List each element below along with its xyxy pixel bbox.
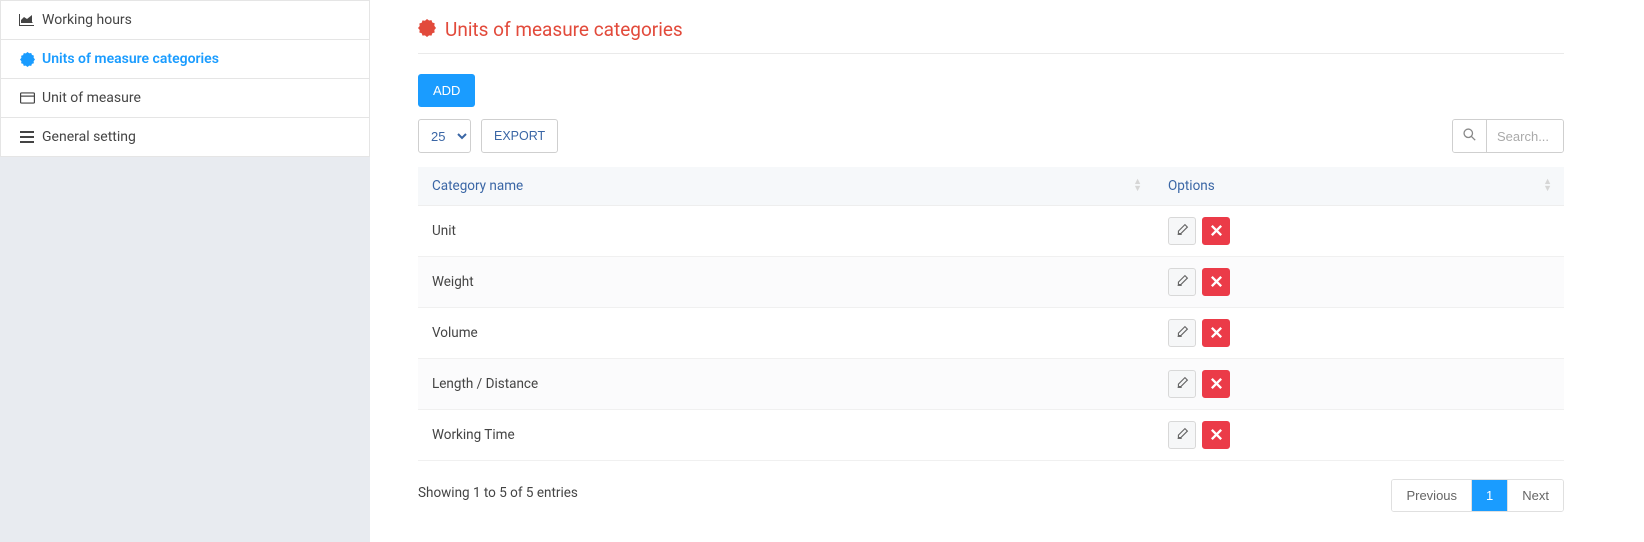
toolbar: 25 EXPORT: [418, 119, 1564, 153]
edit-button[interactable]: [1168, 370, 1196, 398]
next-page-button[interactable]: Next: [1508, 480, 1563, 511]
search-input[interactable]: [1487, 120, 1563, 152]
cell-options: [1154, 206, 1564, 257]
close-icon: [1211, 224, 1222, 239]
search-icon: [1463, 128, 1476, 144]
sidebar-item-working-hours[interactable]: Working hours: [1, 1, 369, 40]
cell-category-name: Unit: [418, 206, 1154, 257]
sort-icon: ▲▼: [1133, 179, 1142, 193]
row-actions: [1168, 421, 1550, 449]
delete-button[interactable]: [1202, 421, 1230, 449]
cell-category-name: Weight: [418, 257, 1154, 308]
bars-icon: [19, 130, 35, 144]
edit-icon: [1176, 223, 1189, 239]
entries-info: Showing 1 to 5 of 5 entries: [418, 485, 578, 501]
edit-button[interactable]: [1168, 268, 1196, 296]
divider: [418, 53, 1564, 54]
edit-icon: [1176, 274, 1189, 290]
cell-category-name: Working Time: [418, 410, 1154, 461]
row-actions: [1168, 268, 1550, 296]
delete-button[interactable]: [1202, 370, 1230, 398]
page-title: Units of measure categories: [445, 18, 683, 41]
delete-button[interactable]: [1202, 217, 1230, 245]
table-row: Working Time: [418, 410, 1564, 461]
table-row: Volume: [418, 308, 1564, 359]
cell-options: [1154, 359, 1564, 410]
table-body: UnitWeightVolumeLength / DistanceWorking…: [418, 206, 1564, 461]
edit-button[interactable]: [1168, 421, 1196, 449]
col-header-label: Category name: [432, 178, 523, 194]
card-icon: [19, 91, 35, 105]
toolbar-left: 25 EXPORT: [418, 119, 558, 153]
row-actions: [1168, 319, 1550, 347]
sidebar-item-label: General setting: [42, 129, 136, 145]
sidebar-list: Working hours Units of measure categorie…: [0, 0, 370, 157]
table-row: Weight: [418, 257, 1564, 308]
add-button[interactable]: ADD: [418, 74, 475, 107]
pagination: Previous 1 Next: [1391, 479, 1564, 512]
edit-icon: [1176, 427, 1189, 443]
table-row: Unit: [418, 206, 1564, 257]
delete-button[interactable]: [1202, 268, 1230, 296]
edit-button[interactable]: [1168, 217, 1196, 245]
close-icon: [1211, 377, 1222, 392]
table-row: Length / Distance: [418, 359, 1564, 410]
sort-icon: ▲▼: [1543, 179, 1552, 193]
close-icon: [1211, 428, 1222, 443]
certificate-icon: [418, 19, 436, 41]
page-title-wrap: Units of measure categories: [418, 18, 1564, 41]
sidebar-item-uom-categories[interactable]: Units of measure categories: [1, 40, 369, 79]
row-actions: [1168, 370, 1550, 398]
export-button[interactable]: EXPORT: [481, 119, 558, 153]
area-chart-icon: [19, 13, 35, 27]
main-content: Units of measure categories ADD 25 EXPOR…: [370, 0, 1644, 542]
col-header-options[interactable]: Options ▲▼: [1154, 167, 1564, 206]
sidebar: Working hours Units of measure categorie…: [0, 0, 370, 542]
sidebar-item-general-setting[interactable]: General setting: [1, 118, 369, 156]
cell-category-name: Length / Distance: [418, 359, 1154, 410]
certificate-icon: [19, 52, 35, 66]
col-header-name[interactable]: Category name ▲▼: [418, 167, 1154, 206]
prev-page-button[interactable]: Previous: [1392, 480, 1472, 511]
sidebar-item-uom[interactable]: Unit of measure: [1, 79, 369, 118]
table-footer: Showing 1 to 5 of 5 entries Previous 1 N…: [418, 479, 1564, 512]
cell-options: [1154, 257, 1564, 308]
table-head: Category name ▲▼ Options ▲▼: [418, 167, 1564, 206]
edit-icon: [1176, 325, 1189, 341]
categories-table: Category name ▲▼ Options ▲▼ UnitWeightVo…: [418, 167, 1564, 461]
search-button[interactable]: [1453, 120, 1487, 152]
edit-icon: [1176, 376, 1189, 392]
sidebar-item-label: Unit of measure: [42, 90, 141, 106]
close-icon: [1211, 275, 1222, 290]
row-actions: [1168, 217, 1550, 245]
col-header-label: Options: [1168, 178, 1215, 194]
delete-button[interactable]: [1202, 319, 1230, 347]
sidebar-item-label: Units of measure categories: [42, 51, 219, 67]
page-number-button[interactable]: 1: [1472, 480, 1508, 511]
cell-category-name: Volume: [418, 308, 1154, 359]
cell-options: [1154, 308, 1564, 359]
pagesize-select[interactable]: 25: [418, 119, 471, 153]
search-group: [1452, 119, 1564, 153]
edit-button[interactable]: [1168, 319, 1196, 347]
sidebar-item-label: Working hours: [42, 12, 132, 28]
cell-options: [1154, 410, 1564, 461]
close-icon: [1211, 326, 1222, 341]
